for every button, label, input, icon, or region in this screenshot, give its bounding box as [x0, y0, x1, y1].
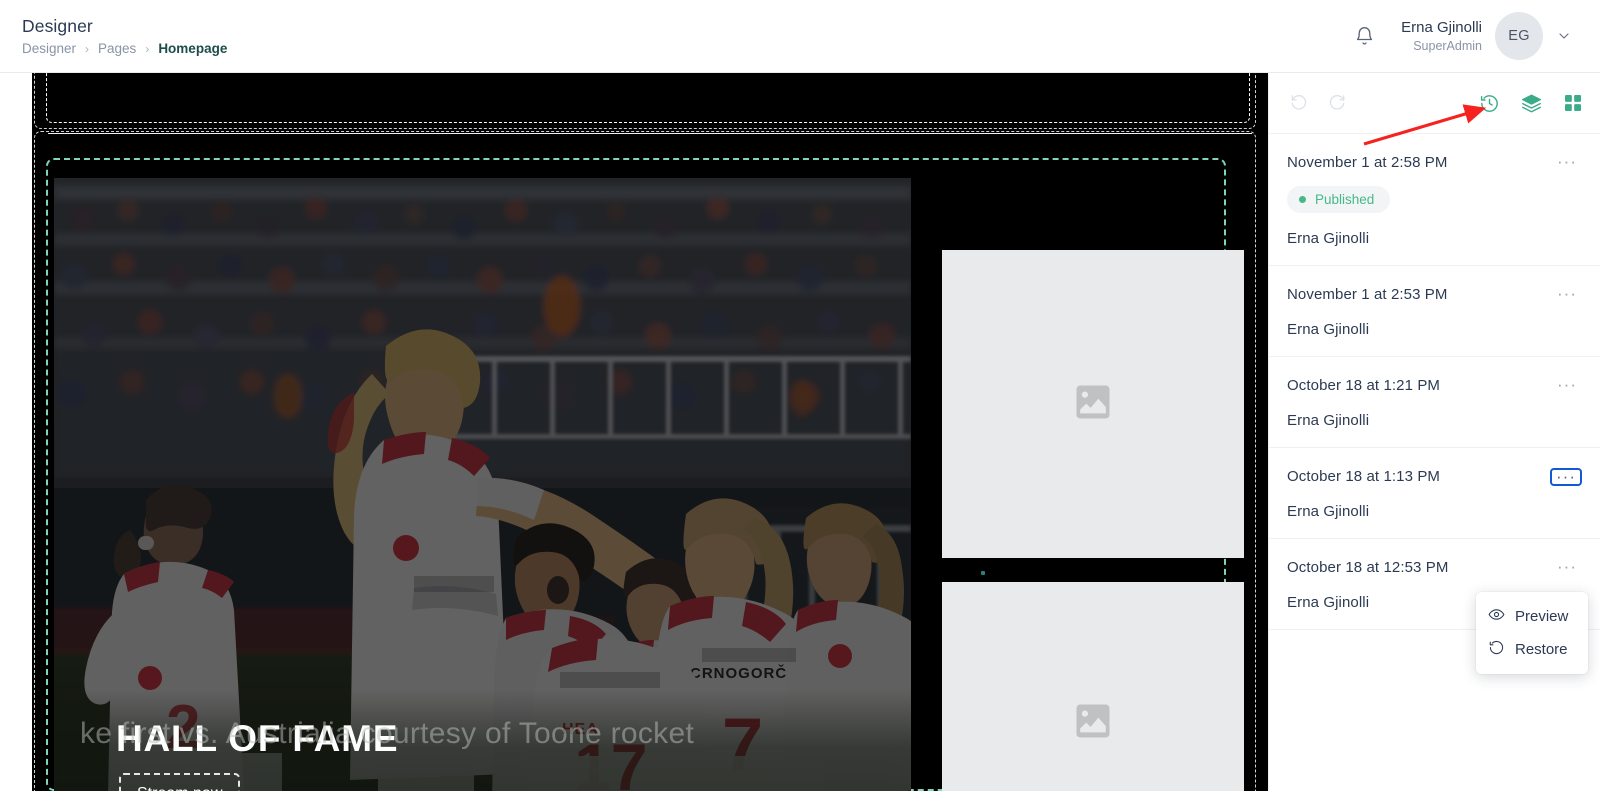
version-author: Erna Gjinolli: [1287, 412, 1370, 429]
version-more-button[interactable]: ···: [1552, 376, 1582, 393]
context-menu-label: Preview: [1515, 608, 1569, 625]
version-list[interactable]: November 1 at 2:58 PM ··· Published Erna…: [1269, 134, 1600, 791]
version-item[interactable]: November 1 at 2:53 PM ··· Erna Gjinolli: [1269, 266, 1600, 357]
breadcrumb-separator: ›: [85, 41, 90, 56]
canvas-outline-inner: [46, 73, 1250, 123]
context-menu-label: Restore: [1515, 641, 1568, 658]
bell-icon[interactable]: [1353, 24, 1375, 48]
user-role: SuperAdmin: [1413, 38, 1482, 53]
header-right: Erna Gjinolli SuperAdmin EG: [1353, 12, 1578, 60]
version-item[interactable]: October 18 at 1:21 PM ··· Erna Gjinolli: [1269, 357, 1600, 448]
version-date: October 18 at 1:13 PM: [1287, 468, 1441, 485]
version-more-button[interactable]: ···: [1552, 285, 1582, 302]
restore-icon: [1488, 639, 1505, 660]
version-item-header: November 1 at 2:58 PM ···: [1287, 153, 1582, 172]
version-more-button-active[interactable]: ···: [1550, 468, 1582, 487]
image-placeholder-icon: [1071, 699, 1115, 748]
version-date: October 18 at 1:21 PM: [1287, 377, 1441, 394]
version-history-panel: November 1 at 2:58 PM ··· Published Erna…: [1268, 73, 1600, 791]
page-title: Designer: [22, 16, 93, 37]
panel-toolbar: [1269, 73, 1600, 134]
version-item-header: October 18 at 1:13 PM ···: [1287, 468, 1582, 487]
user-text: Erna Gjinolli SuperAdmin: [1401, 19, 1482, 54]
version-date: October 18 at 12:53 PM: [1287, 559, 1449, 577]
undo-icon[interactable]: [1288, 92, 1310, 114]
canvas-page-root[interactable]: 2: [32, 73, 1268, 791]
stream-now-button[interactable]: Stream now: [119, 773, 241, 791]
hero-copy: ke first vs. Austrialia courtesy of Toon…: [80, 717, 911, 791]
layers-icon[interactable]: [1520, 92, 1542, 114]
hero-image[interactable]: 2: [54, 178, 911, 791]
status-badge: Published: [1287, 186, 1391, 213]
top-header-bar: Designer Designer › Pages › Homepage Ern…: [0, 0, 1600, 73]
designer-app: Designer Designer › Pages › Homepage Ern…: [0, 0, 1600, 791]
breadcrumb: Designer › Pages › Homepage: [22, 40, 228, 57]
context-menu-item-preview[interactable]: Preview: [1476, 600, 1588, 633]
version-date: November 1 at 2:53 PM: [1287, 286, 1448, 303]
version-date: November 1 at 2:58 PM: [1287, 154, 1448, 171]
element-marker-dot: [981, 571, 985, 575]
version-item[interactable]: November 1 at 2:58 PM ··· Published Erna…: [1269, 134, 1600, 266]
status-label: Published: [1315, 192, 1375, 207]
breadcrumb-separator: ›: [145, 41, 150, 56]
version-item-header: October 18 at 1:21 PM ···: [1287, 376, 1582, 395]
grid-icon[interactable]: [1562, 92, 1584, 114]
version-more-button[interactable]: ···: [1552, 153, 1582, 170]
version-context-menu[interactable]: Preview Restore: [1476, 592, 1588, 674]
user-menu[interactable]: Erna Gjinolli SuperAdmin EG: [1401, 12, 1572, 60]
toolbar-left-group: [1288, 92, 1348, 114]
version-item-header: October 18 at 12:53 PM ···: [1287, 558, 1582, 577]
redo-icon[interactable]: [1326, 92, 1348, 114]
version-more-button[interactable]: ···: [1552, 558, 1582, 575]
user-name: Erna Gjinolli: [1401, 18, 1482, 36]
version-author: Erna Gjinolli: [1287, 321, 1370, 338]
breadcrumb-item-designer[interactable]: Designer: [22, 41, 76, 57]
avatar[interactable]: EG: [1495, 12, 1543, 60]
eye-icon: [1488, 606, 1505, 627]
version-author: Erna Gjinolli: [1287, 230, 1370, 247]
breadcrumb-item-pages[interactable]: Pages: [98, 41, 136, 57]
version-item-header: November 1 at 2:53 PM ···: [1287, 285, 1582, 304]
hero-subtitle: ke first vs. Austrialia courtesy of Toon…: [80, 717, 695, 750]
chevron-down-icon[interactable]: [1556, 28, 1572, 44]
image-placeholder-top[interactable]: [942, 250, 1244, 558]
toolbar-right-group: [1478, 92, 1584, 114]
header-left: Designer Designer › Pages › Homepage: [22, 15, 227, 56]
image-placeholder-icon: [1071, 380, 1115, 429]
version-item[interactable]: October 18 at 1:13 PM ··· Erna Gjinolli: [1269, 448, 1600, 540]
version-author: Erna Gjinolli: [1287, 503, 1370, 521]
status-dot-icon: [1299, 196, 1306, 203]
history-clock-icon[interactable]: [1478, 92, 1500, 114]
designer-canvas[interactable]: 2: [0, 73, 1268, 791]
image-placeholder-bottom[interactable]: [942, 582, 1244, 791]
context-menu-item-restore[interactable]: Restore: [1476, 633, 1588, 666]
breadcrumb-item-homepage: Homepage: [158, 40, 228, 56]
